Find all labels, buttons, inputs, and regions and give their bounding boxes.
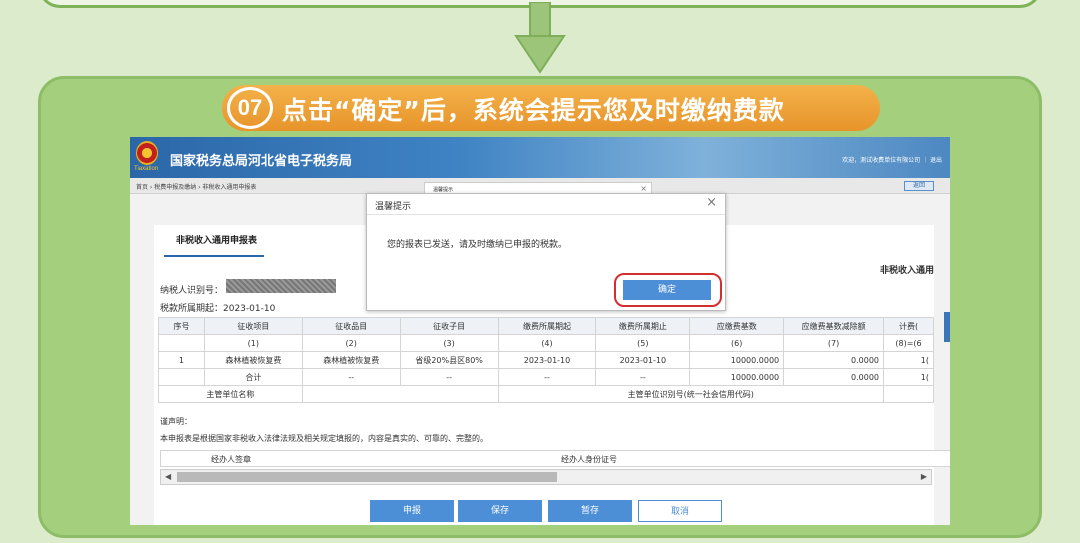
total-cell: 1(	[883, 368, 934, 386]
unit-name-value	[301, 385, 499, 403]
row-cell[interactable]: 森林植被恢复费	[203, 351, 303, 369]
index-cell: (2)	[301, 334, 401, 352]
tax-emblem-icon	[136, 141, 158, 165]
unit-row: 主管单位名称 主管单位识别号(统一社会信用代码)	[158, 385, 934, 403]
total-cell: 10000.0000	[689, 368, 785, 386]
confirm-button[interactable]: 确定	[623, 280, 711, 300]
down-arrow-icon	[514, 2, 566, 74]
index-cell: (4)	[497, 334, 597, 352]
header-cell: 征收项目	[203, 317, 303, 335]
index-cell: (1)	[203, 334, 303, 352]
cancel-button[interactable]: 取消	[638, 500, 722, 522]
row-cell: 1(	[883, 351, 934, 369]
breadcrumb[interactable]: 首页 › 税费申报及缴纳 › 非税收入通用申报表	[136, 182, 256, 191]
header-cell: 序号	[158, 317, 205, 335]
table-index-row: (1) (2) (3) (4) (5) (6) (7) (8)=(6	[158, 334, 934, 352]
header-cell: 应缴费基数减除额	[783, 317, 885, 335]
save-button[interactable]: 保存	[458, 500, 542, 522]
index-cell	[158, 334, 205, 352]
user-info[interactable]: 欢迎，测试收费单位有限公司 ｜ 退出	[842, 155, 942, 164]
scroll-thumb[interactable]	[177, 472, 557, 482]
step-title: 点击“确定”后，系统会提示您及时缴纳费款	[282, 96, 785, 125]
scroll-right-icon[interactable]: ▶	[921, 472, 927, 481]
header-cell: 征收品目	[301, 317, 401, 335]
table-row: 1 森林植被恢复费 森林植被恢复费 省级20%县区80% 2023-01-10 …	[158, 351, 934, 369]
taxpayer-id-redacted	[226, 279, 336, 293]
dialog-message: 您的报表已发送，请及时缴纳已申报的税款。	[387, 240, 568, 250]
header-cell: 缴费所属期起	[497, 317, 597, 335]
declaration-label: 谨声明：	[160, 417, 192, 426]
back-button[interactable]: 返回	[904, 181, 934, 191]
declaration-table: 序号 征收项目 征收品目 征收子目 缴费所属期起 缴费所属期止 应缴费基数 应缴…	[158, 317, 934, 403]
tab-underline	[164, 255, 264, 257]
site-title: 国家税务总局河北省电子税务局	[170, 154, 353, 169]
total-cell: 0.0000	[783, 368, 885, 386]
index-cell: (5)	[595, 334, 691, 352]
index-cell: (3)	[399, 334, 499, 352]
step-number: 07	[227, 87, 273, 129]
index-cell: (6)	[689, 334, 785, 352]
row-cell[interactable]: 0.0000	[783, 351, 885, 369]
index-cell: (8)=(6	[883, 334, 934, 352]
taxpayer-id-label: 纳税人识别号：	[160, 286, 224, 296]
header-cell: 缴费所属期止	[595, 317, 691, 335]
background-dialog-title: 温馨提示	[433, 187, 454, 193]
row-cell: 2023-01-10	[595, 351, 691, 369]
declaration-text: 本申报表是根据国家非税收入法律法规及相关规定填报的，内容是真实的、可靠的、完整的…	[160, 434, 488, 443]
submit-button[interactable]: 申报	[370, 500, 454, 522]
total-cell: --	[301, 368, 401, 386]
horizontal-scrollbar[interactable]: ◀ ▶	[160, 469, 932, 485]
row-cell: 1	[158, 351, 205, 369]
total-cell: --	[399, 368, 499, 386]
total-cell: --	[497, 368, 597, 386]
tip-dialog: 温馨提示 × 您的报表已发送，请及时缴纳已申报的税款。 确定	[366, 193, 726, 311]
row-cell[interactable]: 森林植被恢复费	[301, 351, 401, 369]
row-cell[interactable]: 10000.0000	[689, 351, 785, 369]
site-header: Tiaxation 国家税务总局河北省电子税务局 欢迎，测试收费单位有限公司 ｜…	[130, 137, 950, 178]
signer-id-label: 经办人身份证号	[561, 455, 617, 464]
unit-name-label: 主管单位名称	[158, 385, 303, 403]
table-header-row: 序号 征收项目 征收品目 征收子目 缴费所属期起 缴费所属期止 应缴费基数 应缴…	[158, 317, 934, 335]
row-cell[interactable]: 省级20%县区80%	[399, 351, 499, 369]
total-cell	[158, 368, 205, 386]
form-title: 非税收入通用	[879, 266, 934, 276]
tab-form[interactable]: 非税收入通用申报表	[176, 233, 257, 246]
total-row: 合计 -- -- -- -- 10000.0000 0.0000 1(	[158, 368, 934, 386]
signer-row: 经办人签章 经办人身份证号	[160, 450, 950, 467]
unit-code-value	[883, 385, 934, 403]
header-cell: 征收子目	[399, 317, 499, 335]
side-tab[interactable]	[944, 312, 950, 342]
close-icon[interactable]: ×	[706, 195, 717, 210]
index-cell: (7)	[783, 334, 885, 352]
signer-label: 经办人签章	[211, 455, 251, 464]
total-cell: 合计	[203, 368, 303, 386]
period-label: 税款所属期起：2023-01-10	[160, 304, 276, 314]
dialog-title: 温馨提示	[375, 202, 412, 212]
emblem-caption: Tiaxation	[134, 166, 159, 172]
header-cell: 应缴费基数	[689, 317, 785, 335]
draft-button[interactable]: 暂存	[548, 500, 632, 522]
row-cell: 2023-01-10	[497, 351, 597, 369]
unit-code-label: 主管单位识别号(统一社会信用代码)	[497, 385, 885, 403]
header-cell: 计费(	[883, 317, 934, 335]
action-bar: 申报 保存 暂存 取消	[130, 495, 950, 525]
dialog-divider	[367, 214, 725, 215]
scroll-left-icon[interactable]: ◀	[165, 472, 171, 481]
total-cell: --	[595, 368, 691, 386]
close-icon[interactable]: ×	[640, 184, 647, 193]
